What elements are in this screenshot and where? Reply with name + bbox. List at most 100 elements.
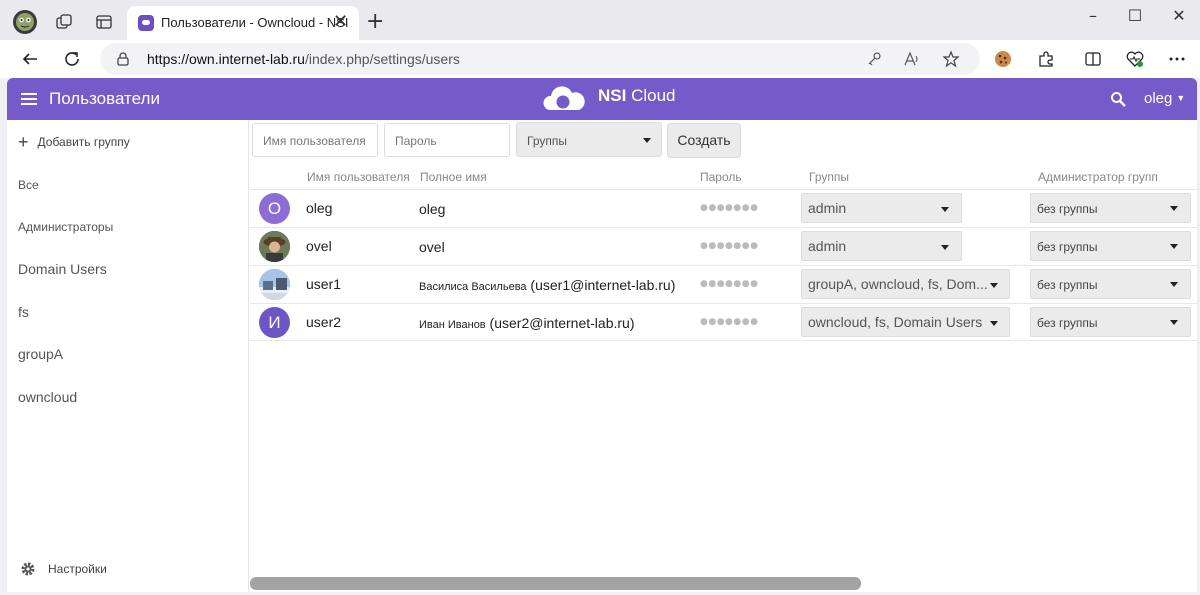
- profile-avatar-icon[interactable]: [12, 9, 38, 35]
- chevron-down-icon: [990, 283, 998, 288]
- user-groups-select[interactable]: admin: [801, 231, 962, 261]
- group-admin-select[interactable]: без группы: [1030, 269, 1191, 299]
- avatar: [259, 269, 290, 300]
- group-admin-select[interactable]: без группы: [1030, 231, 1191, 261]
- fullname-cell[interactable]: Василиса Васильева (user1@internet-lab.r…: [419, 277, 675, 293]
- avatar: И: [259, 307, 290, 338]
- column-header-fullname: Полное имя: [420, 170, 487, 184]
- fullname-cell[interactable]: oleg: [419, 201, 445, 217]
- chevron-down-icon: [1170, 206, 1178, 211]
- group-admin-value: без группы: [1037, 316, 1098, 330]
- key-icon[interactable]: [865, 50, 883, 68]
- chevron-down-icon: [990, 321, 998, 326]
- tab-close-icon[interactable]: ✕: [333, 11, 348, 33]
- search-icon[interactable]: [1110, 91, 1126, 107]
- avatar: [259, 231, 290, 262]
- maximize-button[interactable]: ☐: [1120, 6, 1150, 25]
- users-main: Имя пользователя Пароль Группы Создать И…: [250, 120, 1197, 592]
- new-tab-button[interactable]: +: [366, 10, 384, 34]
- back-arrow-icon[interactable]: [18, 47, 42, 71]
- cloud-logo-icon[interactable]: [542, 84, 586, 114]
- group-item-all[interactable]: Все: [18, 178, 39, 192]
- app-header: Пользователи NSI Cloud oleg ▼: [7, 78, 1197, 120]
- username-cell[interactable]: user1: [306, 276, 341, 292]
- column-header-username: Имя пользователя: [307, 170, 410, 184]
- url-text[interactable]: https://own.internet-lab.ru/index.php/se…: [147, 51, 460, 67]
- username-cell[interactable]: oleg: [306, 200, 332, 216]
- table-row[interactable]: user1 Василиса Васильева (user1@internet…: [250, 265, 1197, 303]
- password-cell[interactable]: ●●●●●●●: [700, 203, 758, 213]
- settings-label: Настройки: [48, 562, 107, 576]
- group-admin-value: без группы: [1037, 240, 1098, 254]
- new-password-input[interactable]: Пароль: [384, 123, 510, 157]
- lock-icon[interactable]: [116, 52, 130, 66]
- column-header-group-admin: Администратор групп: [1038, 170, 1158, 184]
- table-row[interactable]: И user2 Иван Иванов (user2@internet-lab.…: [250, 303, 1197, 341]
- settings-button[interactable]: Настройки: [20, 561, 107, 577]
- username-cell[interactable]: ovel: [306, 238, 332, 254]
- horizontal-scrollbar[interactable]: [250, 577, 861, 590]
- add-group-label: Добавить группу: [37, 135, 130, 149]
- group-item-groupa[interactable]: groupA: [18, 346, 63, 362]
- favorite-star-icon[interactable]: [942, 50, 960, 68]
- add-group-button[interactable]: + Добавить группу: [18, 133, 130, 151]
- browser-tab-active[interactable]: Пользователи - Owncloud - NSI ✕: [127, 6, 359, 40]
- fullname-email: (user1@internet-lab.ru): [526, 277, 676, 293]
- user-groups-value: admin: [808, 200, 847, 216]
- split-screen-icon[interactable]: [1082, 48, 1104, 70]
- password-cell[interactable]: ●●●●●●●: [700, 317, 758, 327]
- new-username-input[interactable]: Имя пользователя: [252, 123, 378, 157]
- create-user-button[interactable]: Создать: [667, 123, 741, 158]
- close-window-button[interactable]: ✕: [1164, 6, 1194, 25]
- user-groups-select[interactable]: admin: [801, 193, 962, 223]
- table-row[interactable]: ovel ovel ●●●●●●● admin без группы: [250, 227, 1197, 265]
- chevron-down-icon: [1170, 244, 1178, 249]
- group-item-domain-users[interactable]: Domain Users: [18, 261, 107, 277]
- browser-tab-strip: Пользователи - Owncloud - NSI ✕ + – ☐ ✕: [0, 0, 1200, 40]
- group-admin-value: без группы: [1037, 202, 1098, 216]
- workspaces-icon[interactable]: [52, 10, 76, 34]
- gear-icon: [21, 562, 35, 576]
- chevron-down-icon: [941, 245, 949, 250]
- tab-actions-icon[interactable]: [92, 10, 116, 34]
- browser-toolbar: https://own.internet-lab.ru/index.php/se…: [0, 40, 1200, 78]
- browser-essentials-icon[interactable]: [1124, 48, 1146, 70]
- page-title: Пользователи: [49, 89, 160, 108]
- password-cell[interactable]: ●●●●●●●: [700, 279, 758, 289]
- address-bar[interactable]: https://own.internet-lab.ru/index.php/se…: [100, 43, 980, 75]
- group-item-admins[interactable]: Администраторы: [18, 220, 113, 234]
- more-options-icon[interactable]: [1166, 48, 1188, 70]
- new-user-groups-select[interactable]: Группы: [516, 122, 662, 157]
- chevron-down-icon: [643, 138, 651, 143]
- cookie-extension-icon[interactable]: [992, 48, 1014, 70]
- refresh-icon[interactable]: [60, 47, 84, 71]
- chevron-down-icon: ▼: [1176, 93, 1186, 103]
- fullname-cell[interactable]: ovel: [419, 239, 445, 255]
- group-admin-select[interactable]: без группы: [1030, 307, 1191, 337]
- owncloud-favicon-icon: [138, 15, 154, 31]
- user-groups-value: groupA, owncloud, fs, Dom...: [808, 276, 988, 292]
- chevron-down-icon: [1170, 282, 1178, 287]
- fullname-cell[interactable]: Иван Иванов (user2@internet-lab.ru): [419, 315, 634, 331]
- minimize-button[interactable]: –: [1078, 6, 1108, 25]
- fullname-text: Василиса Васильева: [419, 281, 527, 293]
- groups-select-label: Группы: [527, 134, 567, 148]
- group-admin-select[interactable]: без группы: [1030, 193, 1191, 223]
- group-item-owncloud[interactable]: owncloud: [18, 389, 77, 405]
- user-menu[interactable]: oleg ▼: [1144, 90, 1185, 107]
- menu-hamburger-icon[interactable]: [21, 92, 37, 106]
- tab-title: Пользователи - Owncloud - NSI: [161, 15, 349, 30]
- chevron-down-icon: [1170, 320, 1178, 325]
- group-item-fs[interactable]: fs: [18, 304, 29, 320]
- password-cell[interactable]: ●●●●●●●: [700, 241, 758, 251]
- user-groups-select[interactable]: owncloud, fs, Domain Users: [801, 307, 1010, 337]
- extensions-puzzle-icon[interactable]: [1035, 48, 1057, 70]
- fullname-email: (user2@internet-lab.ru): [485, 315, 635, 331]
- user-groups-select[interactable]: groupA, owncloud, fs, Dom...: [801, 269, 1010, 299]
- read-aloud-icon[interactable]: [903, 50, 921, 68]
- group-admin-value: без группы: [1037, 278, 1098, 292]
- avatar: O: [259, 193, 290, 224]
- username-cell[interactable]: user2: [306, 314, 341, 330]
- fullname-text: Иван Иванов: [419, 319, 486, 331]
- table-row[interactable]: O oleg oleg ●●●●●●● admin без группы: [250, 189, 1197, 227]
